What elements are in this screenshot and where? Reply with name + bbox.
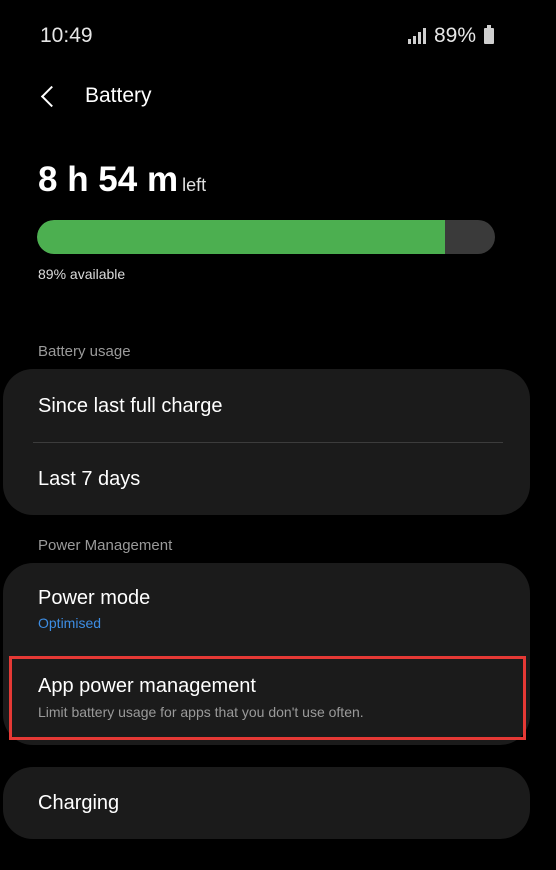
charging-card: Charging: [3, 767, 530, 839]
power-mode-value: Optimised: [38, 615, 102, 631]
back-button[interactable]: [30, 78, 66, 114]
battery-level-fill: [37, 220, 445, 254]
time-left: 8 h 54 m left: [38, 160, 206, 200]
status-indicators: 89%: [407, 24, 494, 48]
power-mode-label: Power mode: [38, 587, 151, 609]
last-7-days-label: Last 7 days: [38, 468, 141, 490]
section-header-battery-usage: Battery usage: [38, 343, 131, 360]
charging-label: Charging: [38, 792, 120, 814]
charging-item[interactable]: Charging: [3, 767, 530, 839]
app-power-management-description: Limit battery usage for apps that you do…: [38, 704, 364, 720]
battery-level-bar: [37, 220, 495, 254]
last-7-days-item[interactable]: Last 7 days: [3, 443, 530, 515]
time-left-suffix: left: [182, 175, 207, 195]
battery-usage-card: Since last full charge Last 7 days: [3, 369, 530, 515]
status-bar: 10:49 89%: [0, 0, 556, 72]
signal-icon: [407, 28, 426, 44]
power-management-card: Power mode Optimised App power managemen…: [3, 563, 530, 745]
since-last-full-charge-item[interactable]: Since last full charge: [3, 369, 530, 442]
power-mode-item[interactable]: Power mode Optimised: [3, 563, 530, 655]
page-title: Battery: [85, 84, 152, 107]
app-power-management-label: App power management: [38, 675, 256, 697]
back-arrow-icon: [40, 85, 62, 107]
app-power-management-item[interactable]: App power management Limit battery usage…: [3, 659, 530, 745]
battery-icon: [484, 25, 494, 44]
time-left-value: 8 h 54 m: [38, 160, 179, 199]
since-last-full-charge-label: Since last full charge: [38, 395, 223, 417]
section-header-power-management: Power Management: [38, 537, 173, 554]
battery-available-text: 89% available: [38, 266, 126, 282]
status-time: 10:49: [40, 24, 93, 47]
app-header: Battery: [0, 72, 556, 120]
battery-percent: 89%: [433, 24, 476, 47]
